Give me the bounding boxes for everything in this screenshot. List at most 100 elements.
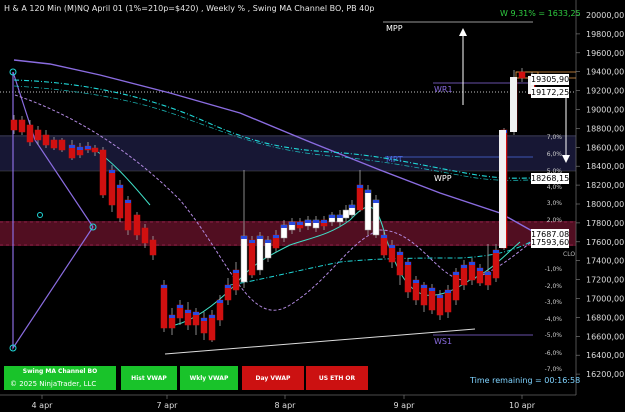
chart-title: H & A 120 Min (M)NQ April 01 (1%=210p=$4… (4, 4, 375, 13)
wpp-label: WPP (434, 174, 452, 183)
resistance-zone (0, 135, 576, 171)
candle-marker (313, 220, 319, 223)
candle-body (342, 209, 350, 219)
percent-level-label: -3,0% (545, 299, 563, 306)
price-tag-last: 19172,25 (531, 87, 570, 98)
candle-body (492, 249, 500, 279)
candle-marker (109, 170, 115, 173)
price-axis-label: 18800,00 (586, 124, 624, 133)
percent-level-label: 2,0% (547, 217, 563, 224)
candle-body (99, 149, 107, 196)
candle-marker (405, 262, 411, 265)
percent-level-label: 6,0% (547, 151, 563, 158)
candle-body (404, 261, 412, 293)
candle-marker (69, 145, 75, 148)
us-eth-or-button[interactable]: US ETH OR (306, 366, 368, 390)
candle-body (149, 239, 157, 256)
weekly-percent-badge: W 9,31% = 1633,25 (500, 9, 581, 18)
candle-marker (365, 190, 371, 193)
candlesticks (10, 68, 536, 342)
candle-body (256, 235, 264, 271)
percent-level-label: -5,0% (545, 332, 563, 339)
clo-label: CLO (563, 251, 575, 258)
percent-level-label: -6,0% (545, 350, 563, 357)
candle-marker (273, 235, 279, 238)
candle-body (18, 119, 26, 133)
up-arrow-icon (459, 28, 467, 36)
candle-marker (257, 236, 263, 239)
candle-body (248, 239, 256, 276)
day-vwap-button[interactable]: Day VWAP (242, 366, 304, 390)
breakout-candle (510, 77, 517, 132)
price-axis-label: 19800,00 (586, 30, 624, 39)
candle-marker (357, 185, 363, 188)
candle-marker (85, 146, 91, 149)
price-axis-label: 17000,00 (586, 295, 624, 304)
candle-marker (453, 272, 459, 275)
candle-marker (329, 215, 335, 218)
candle-marker (477, 268, 483, 271)
candle-body (108, 169, 116, 206)
price-axis-label: 17800,00 (586, 219, 624, 228)
candle-body (141, 227, 149, 244)
candle-marker (289, 222, 295, 225)
candle-body (444, 289, 452, 313)
price-axis-label: 19600,00 (586, 49, 624, 58)
price-axis-label: 19200,00 (586, 87, 624, 96)
candle-marker (225, 285, 231, 288)
candle-marker (241, 236, 247, 239)
candle-body (133, 214, 141, 236)
price-axis-label: 18200,00 (586, 181, 624, 190)
candle-marker (397, 252, 403, 255)
price-tag-current: 19305,90 (531, 74, 570, 85)
time-axis-label: 4 apr (32, 401, 54, 410)
price-axis-label: 19400,00 (586, 68, 624, 77)
candle-body (396, 251, 404, 276)
candle-marker (233, 270, 239, 273)
candle-marker (469, 262, 475, 265)
breakout-candle (499, 130, 506, 248)
candle-body (116, 184, 124, 219)
candle-marker (77, 147, 83, 150)
pivot-zone (0, 221, 576, 246)
candle-marker (265, 240, 271, 243)
candle-marker (445, 290, 451, 293)
price-axis-label: 16400,00 (586, 351, 624, 360)
candle-body (518, 71, 526, 79)
candle-marker (305, 220, 311, 223)
price-axis-label: 17600,00 (586, 238, 624, 247)
candle-marker (185, 310, 191, 313)
price-tag-wkly-vwap: 18268,15 (531, 173, 570, 184)
price-axis-label: 19000,00 (586, 106, 624, 115)
price-axis-label: 16600,00 (586, 332, 624, 341)
candle-marker (201, 318, 207, 321)
price-chart[interactable]: 20000,00 19800,00 19600,00 19400,00 19200,00… (0, 0, 625, 412)
candle-marker (349, 205, 355, 208)
price-tag-vwap: 17593,60 (531, 237, 570, 248)
candle-body (160, 284, 168, 329)
candle-body (58, 139, 66, 151)
price-axis-label: 18600,00 (586, 143, 624, 152)
candle-marker (281, 225, 287, 228)
percent-level-label: -4,0% (545, 316, 563, 323)
candle-marker (493, 250, 499, 253)
time-remaining: Time remaining = 00:16:58 (470, 376, 581, 385)
wkly-vwap-button[interactable]: Wkly VWAP (180, 366, 238, 390)
price-axis-label: 16800,00 (586, 313, 624, 322)
candle-body (91, 147, 99, 153)
mpp-label: MPP (386, 24, 403, 33)
price-axis-label: 18000,00 (586, 200, 624, 209)
candle-body (356, 184, 364, 211)
candle-marker (437, 295, 443, 298)
price-axis-label: 18400,00 (586, 162, 624, 171)
candle-marker (337, 215, 343, 218)
candle-marker (421, 285, 427, 288)
candle-marker (461, 265, 467, 268)
time-axis-label: 8 apr (275, 401, 297, 410)
price-axis-label: 16200,00 (586, 370, 624, 379)
hist-vwap-button[interactable]: Hist VWAP (121, 366, 177, 390)
copyright-text: © 2025 NinjaTrader, LLC (10, 380, 97, 388)
percent-level-label: -7,0% (545, 366, 563, 373)
candle-marker (485, 272, 491, 275)
candle-body (50, 139, 58, 149)
